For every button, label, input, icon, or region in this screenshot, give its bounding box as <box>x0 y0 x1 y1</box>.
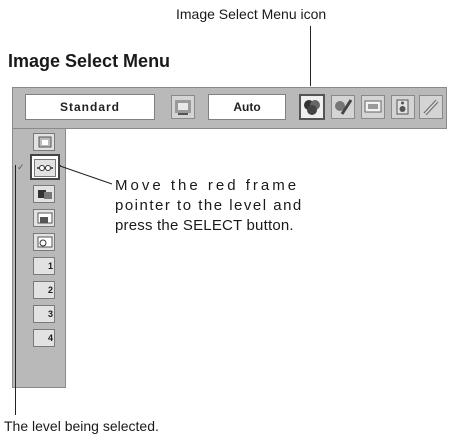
check-mark-icon: ✓ <box>17 162 25 172</box>
page-title: Image Select Menu <box>8 51 171 71</box>
image-level-9-icon[interactable]: 4 <box>33 329 55 347</box>
level-number-2: 2 <box>47 285 53 295</box>
level-number-3: 3 <box>47 309 53 319</box>
auto-field[interactable]: Auto <box>208 94 286 120</box>
image-level-6-icon[interactable]: 1 <box>33 257 55 275</box>
level-selected-callout: The level being selected. <box>4 418 159 434</box>
image-level-2-icon[interactable] <box>34 159 56 177</box>
setting-icon[interactable] <box>419 95 443 119</box>
screen-icon[interactable] <box>361 95 385 119</box>
instruction-text: Move the red frame pointer to the level … <box>115 176 303 236</box>
sound-icon[interactable] <box>391 95 415 119</box>
image-level-5-icon[interactable] <box>33 233 55 251</box>
instruction-line-1: Move the red frame <box>115 177 300 194</box>
menu-bar: Standard Auto <box>12 87 447 129</box>
image-select-icon[interactable] <box>299 94 325 120</box>
instruction-line-3: press the SELECT button. <box>115 217 294 234</box>
image-level-3-icon[interactable] <box>33 185 55 203</box>
instruction-leader <box>59 165 113 185</box>
image-level-7-icon[interactable]: 2 <box>33 281 55 299</box>
level-number-4: 4 <box>47 333 53 343</box>
image-level-4-icon[interactable] <box>33 209 55 227</box>
image-level-1-icon[interactable] <box>33 133 55 151</box>
menu-icon-callout: Image Select Menu icon <box>176 6 327 22</box>
image-adjust-icon[interactable] <box>331 95 355 119</box>
picture-adjust-icon[interactable] <box>171 95 195 119</box>
menu-icon-leader-line <box>310 26 311 86</box>
instruction-line-2: pointer to the level and <box>115 197 303 214</box>
image-level-8-icon[interactable]: 3 <box>33 305 55 323</box>
selected-level-leader-line <box>15 165 16 415</box>
mode-field[interactable]: Standard <box>25 94 155 120</box>
level-number-1: 1 <box>47 261 53 271</box>
